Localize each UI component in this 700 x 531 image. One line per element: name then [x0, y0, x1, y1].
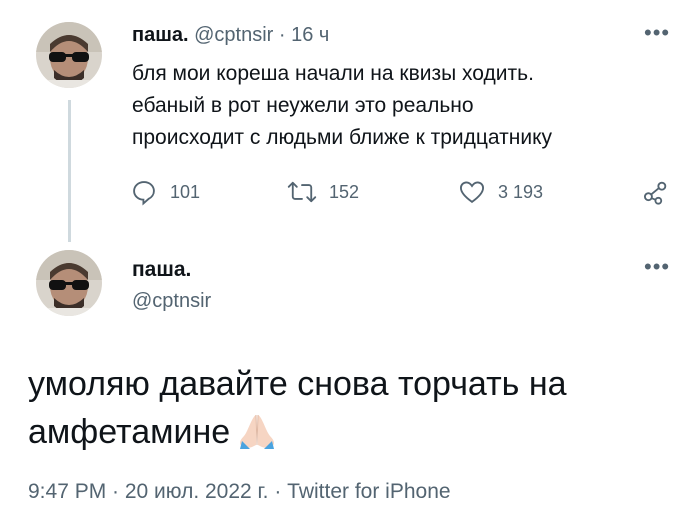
timestamp[interactable]: 16 ч — [291, 24, 329, 46]
more-horizontal-icon[interactable]: ••• — [644, 256, 670, 278]
reply-button[interactable]: 101 — [130, 178, 200, 206]
tweet-text-line: происходит с людьми ближе к тридцатнику — [132, 126, 552, 149]
avatar[interactable] — [36, 250, 102, 316]
retweet-button[interactable]: 152 — [287, 178, 359, 206]
tweet-actions: 101 152 3 193 — [130, 178, 675, 208]
heart-icon — [458, 178, 486, 206]
folded-hands-emoji — [236, 411, 278, 464]
separator: · — [273, 24, 292, 46]
thread-connector-line — [68, 100, 71, 242]
tweet-text-word: амфетамине — [28, 413, 231, 451]
reply-bubble-icon — [130, 178, 158, 206]
tweet-text: бля мои кореша начали на квизы ходить. е… — [132, 58, 672, 154]
like-count: 3 193 — [498, 181, 544, 202]
display-name[interactable]: паша. — [132, 24, 189, 46]
tweet-footer-meta[interactable]: 9:47 PM · 20 июл. 2022 г. · Twitter for … — [28, 480, 451, 504]
tweet-text: умоляю давайте снова торчать на амфетами… — [28, 360, 678, 464]
share-icon — [642, 178, 670, 206]
avatar[interactable] — [36, 22, 102, 88]
retweet-count: 152 — [329, 181, 360, 202]
reply-count: 101 — [170, 181, 201, 202]
tweet-text-line: умоляю давайте снова торчать на — [28, 365, 567, 403]
like-button[interactable]: 3 193 — [458, 178, 543, 206]
handle[interactable]: @cptnsir — [194, 24, 273, 46]
tweet-text-line: ебаный в рот неужели это реально — [132, 94, 474, 117]
tweet-text-line-2: амфетамине — [28, 408, 678, 464]
display-name[interactable]: паша. — [132, 258, 191, 282]
more-horizontal-icon[interactable]: ••• — [644, 22, 670, 44]
tweet-header: паша. @cptnsir · 16 ч — [132, 24, 329, 47]
tweet-text-line: бля мои кореша начали на квизы ходить. — [132, 62, 534, 85]
retweet-icon — [287, 178, 317, 206]
share-button[interactable] — [642, 178, 670, 206]
handle[interactable]: @cptnsir — [132, 290, 211, 313]
